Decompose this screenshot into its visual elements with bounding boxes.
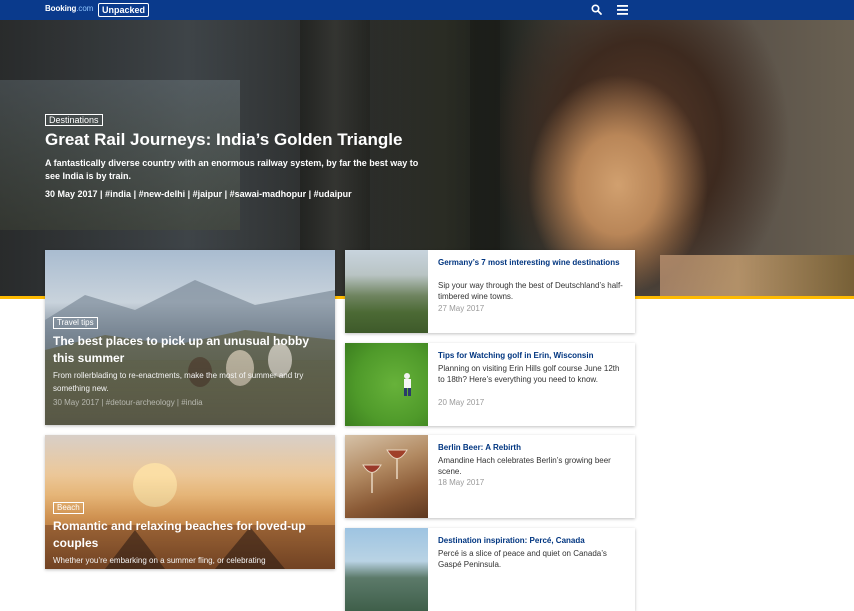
feature-card-hobby[interactable]: Travel tips The best places to pick up a… xyxy=(45,250,335,425)
beer-glasses-image xyxy=(362,449,408,493)
article-description: Planning on visiting Erin Hills golf cou… xyxy=(438,364,620,384)
search-icon xyxy=(591,4,602,15)
article-thumbnail xyxy=(345,343,428,426)
card-meta: 30 May 2017 | #detour-archeology | #indi… xyxy=(53,398,203,407)
article-thumbnail xyxy=(345,528,428,611)
article-title[interactable]: Germany’s 7 most interesting wine destin… xyxy=(438,258,628,268)
article-description: Sip your way through the best of Deutsch… xyxy=(438,281,623,301)
article-date: 18 May 2017 xyxy=(438,478,485,487)
article-description: Percé is a slice of peace and quiet on C… xyxy=(438,549,607,569)
unpacked-section-link[interactable]: Unpacked xyxy=(98,3,150,17)
article-thumbnail xyxy=(345,250,428,333)
card-title: Romantic and relaxing beaches for loved-… xyxy=(53,519,306,550)
article-card-golf[interactable]: Tips for Watching golf in Erin, Wisconsi… xyxy=(345,343,635,426)
article-card-perce[interactable]: Destination inspiration: Percé, Canada P… xyxy=(345,528,635,611)
article-date: 27 May 2017 xyxy=(438,304,485,313)
article-thumbnail xyxy=(345,435,428,518)
card-description: Whether you’re embarking on a summer fli… xyxy=(53,556,266,565)
menu-button[interactable] xyxy=(616,3,630,17)
card-description: From rollerblading to re-enactments, mak… xyxy=(53,371,304,393)
hamburger-menu-icon xyxy=(617,5,628,15)
search-button[interactable] xyxy=(589,2,605,18)
booking-logo[interactable]: Booking.com xyxy=(45,4,93,13)
hero-image-shoulder xyxy=(660,255,854,296)
article-title[interactable]: Tips for Watching golf in Erin, Wisconsi… xyxy=(438,351,628,361)
golfer-figure xyxy=(404,373,411,396)
article-title[interactable]: Berlin Beer: A Rebirth xyxy=(438,443,628,453)
feature-card-beaches[interactable]: Beach Romantic and relaxing beaches for … xyxy=(45,435,335,569)
card-title: The best places to pick up an unusual ho… xyxy=(53,334,310,365)
card-category-tag[interactable]: Travel tips xyxy=(53,317,98,329)
brand-main: Booking xyxy=(45,4,77,13)
article-date: 20 May 2017 xyxy=(438,398,485,407)
hero-description: A fantastically diverse country with an … xyxy=(45,158,419,181)
hero-title[interactable]: Great Rail Journeys: India’s Golden Tria… xyxy=(45,130,402,150)
card-category-tag[interactable]: Beach xyxy=(53,502,84,514)
hero-category-tag[interactable]: Destinations xyxy=(45,114,103,126)
top-navigation-bar: Booking.com Unpacked xyxy=(0,0,854,20)
article-card-wine[interactable]: Germany’s 7 most interesting wine destin… xyxy=(345,250,635,333)
article-card-beer[interactable]: Berlin Beer: A Rebirth Amandine Hach cel… xyxy=(345,435,635,518)
hero-meta: 30 May 2017 | #india | #new-delhi | #jai… xyxy=(45,189,352,199)
article-description: Amandine Hach celebrates Berlin’s growin… xyxy=(438,456,611,476)
article-title[interactable]: Destination inspiration: Percé, Canada xyxy=(438,536,628,546)
brand-suffix: .com xyxy=(76,4,94,13)
